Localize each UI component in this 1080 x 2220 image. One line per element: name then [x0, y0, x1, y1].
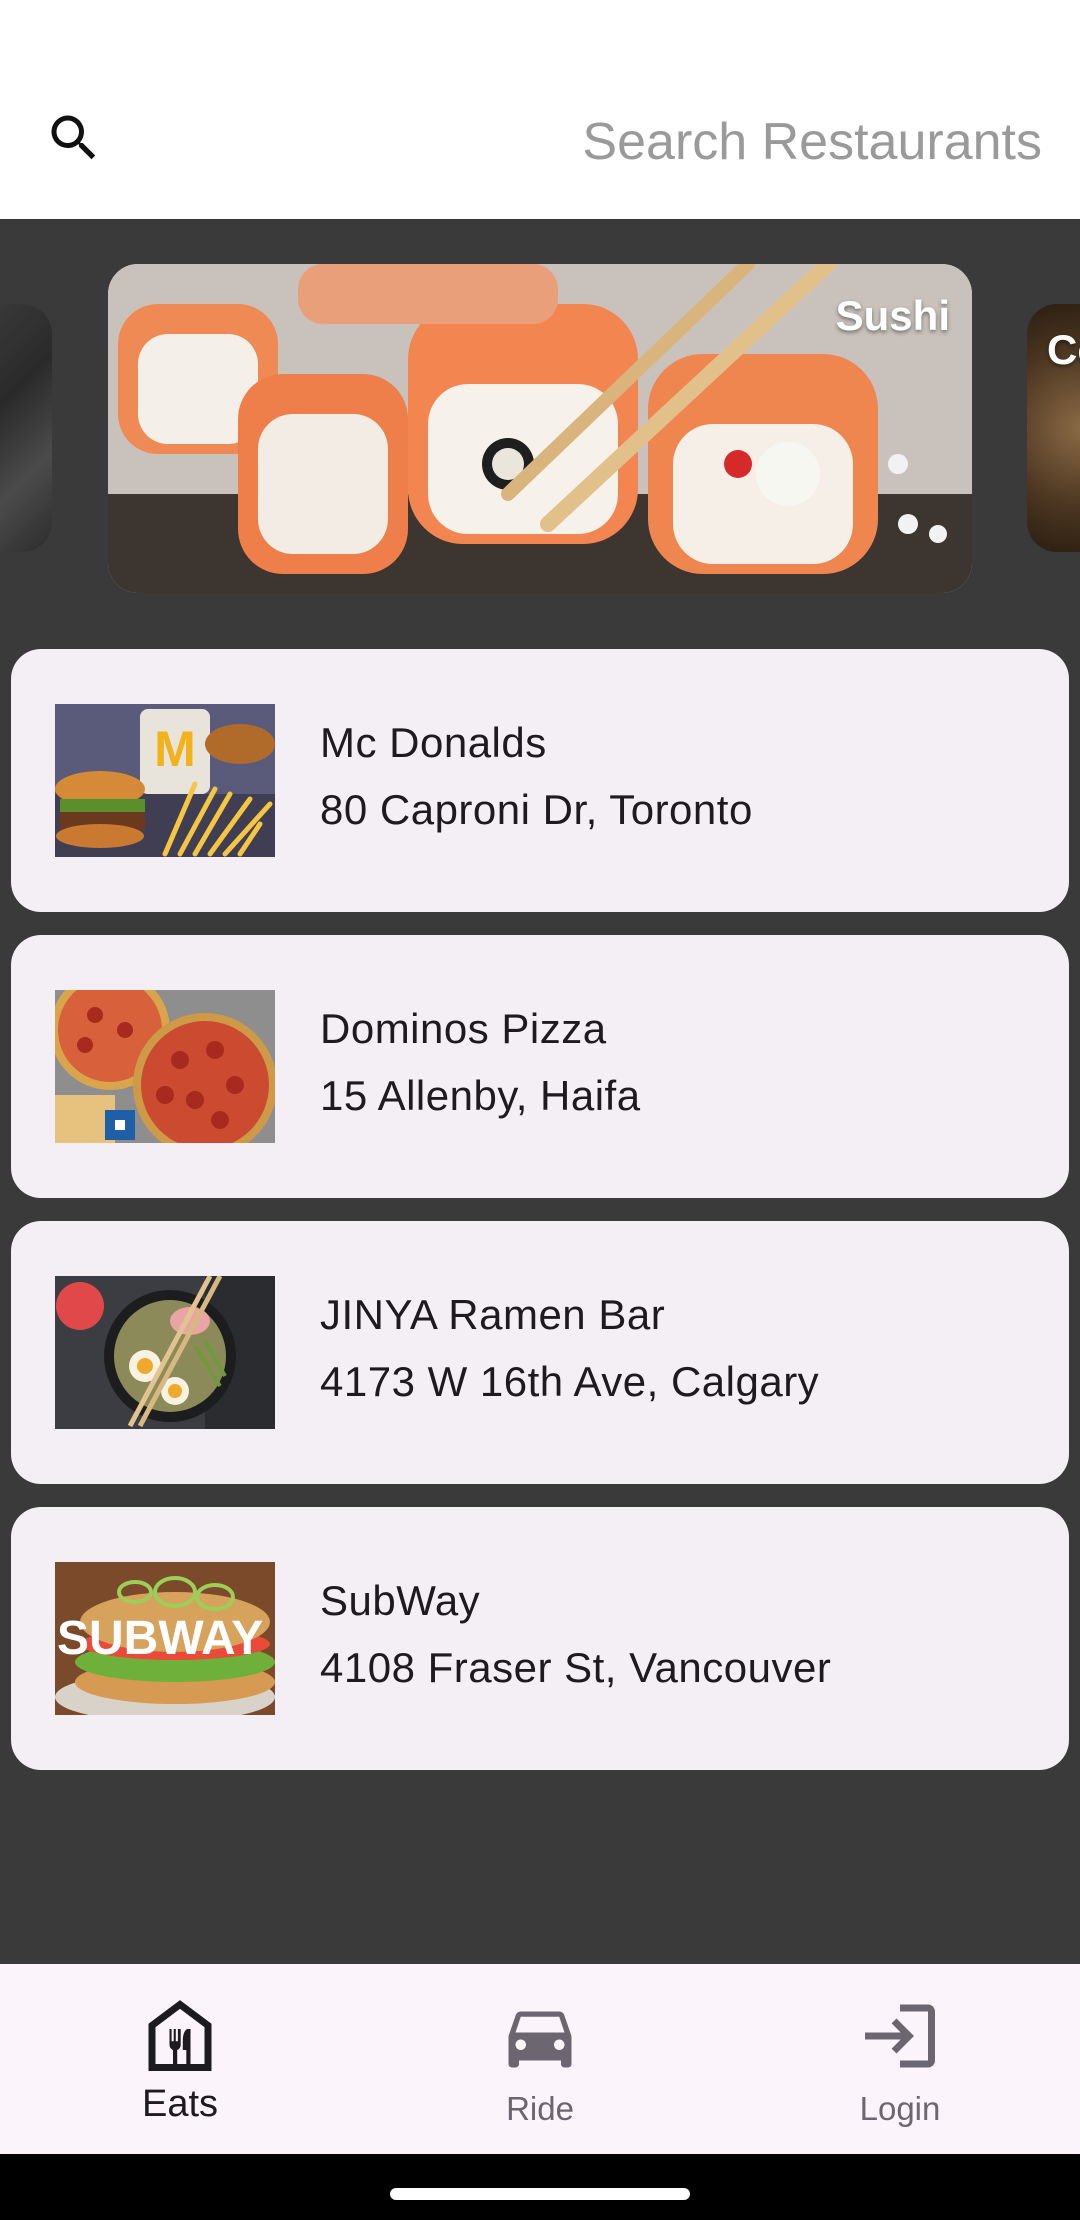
ramen-thumbnail	[55, 1276, 275, 1429]
category-label-next: Co	[1047, 326, 1080, 373]
search-input[interactable]	[322, 106, 1042, 178]
search-bar	[0, 0, 1080, 219]
category-carousel[interactable]: Sushi Co	[0, 219, 1080, 629]
restaurant-name: Mc Donalds	[320, 719, 547, 766]
restaurant-address: 4108 Fraser St, Vancouver	[320, 1644, 832, 1691]
mcdonalds-thumbnail: M	[55, 704, 275, 857]
dominos-thumbnail	[55, 990, 275, 1143]
nav-label-login: Login	[859, 2090, 941, 2127]
category-card-next[interactable]: Co	[1027, 304, 1080, 552]
restaurant-card-jinya[interactable]: JINYA Ramen Bar 4173 W 16th Ave, Calgary	[11, 1221, 1069, 1484]
category-label-sushi: Sushi	[835, 292, 950, 339]
home-indicator[interactable]	[390, 2188, 690, 2200]
category-card-previous[interactable]	[0, 304, 52, 552]
car-icon	[508, 2011, 572, 2068]
storefront-icon	[148, 2000, 212, 2071]
nav-label-eats: Eats	[141, 2083, 219, 2125]
bottom-navigation: Eats Ride Login	[0, 1964, 1080, 2154]
system-navigation-bar	[0, 2154, 1080, 2220]
search-icon[interactable]	[44, 108, 104, 168]
subway-thumbnail: SUBWAY	[55, 1562, 275, 1715]
restaurant-name: SubWay	[320, 1577, 481, 1624]
category-card-sushi[interactable]: Sushi	[108, 264, 972, 593]
restaurant-card-mcdonalds[interactable]: M Mc Donalds 80 Caproni Dr, Toronto	[11, 649, 1069, 912]
nav-item-login[interactable]: Login	[720, 1964, 1080, 2154]
restaurant-name: Dominos Pizza	[320, 1005, 607, 1052]
login-icon	[865, 2004, 935, 2068]
nav-item-eats[interactable]: Eats	[0, 1964, 360, 2154]
nav-item-ride[interactable]: Ride	[360, 1964, 720, 2154]
nav-label-ride: Ride	[506, 2090, 574, 2127]
restaurant-card-dominos[interactable]: Dominos Pizza 15 Allenby, Haifa	[11, 935, 1069, 1198]
restaurant-address: 80 Caproni Dr, Toronto	[320, 786, 753, 833]
restaurant-address: 4173 W 16th Ave, Calgary	[320, 1358, 820, 1405]
restaurant-card-subway[interactable]: SUBWAY SubWay 4108 Fraser St, Vancouver	[11, 1507, 1069, 1770]
svg-text:SUBWAY: SUBWAY	[57, 1612, 263, 1665]
restaurant-address: 15 Allenby, Haifa	[320, 1072, 641, 1119]
svg-text:M: M	[154, 721, 196, 777]
restaurant-name: JINYA Ramen Bar	[320, 1291, 666, 1338]
